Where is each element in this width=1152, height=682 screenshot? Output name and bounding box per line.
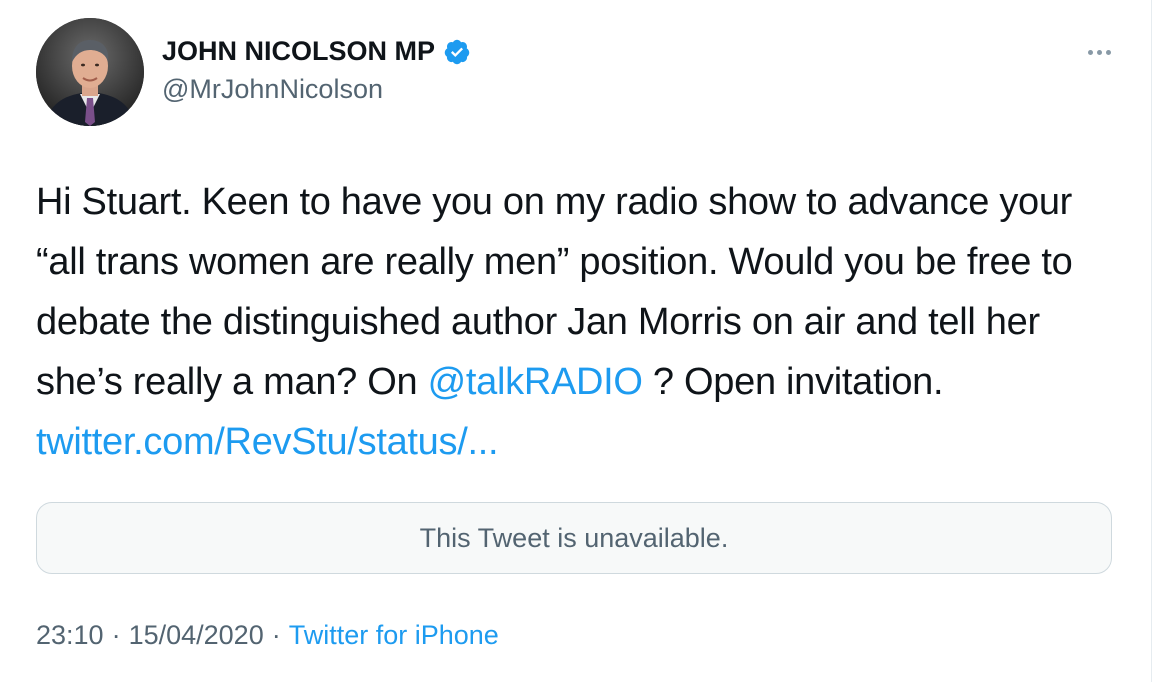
tweet-url-link[interactable]: twitter.com/RevStu/status/... [36,421,499,463]
more-options-icon [1087,49,1093,55]
tweet-mention-link[interactable]: @talkRADIO [428,361,643,403]
tweet-metadata: 23:10 · 15/04/2020 · Twitter for iPhone [36,620,499,651]
author-name-row: JOHN NICOLSON MP [162,36,471,67]
quoted-tweet-message: This Tweet is unavailable. [419,522,729,553]
meta-separator: · [111,620,121,650]
author-handle[interactable]: @MrJohnNicolson [162,74,383,105]
quoted-tweet-unavailable: This Tweet is unavailable. [36,502,1112,574]
tweet-date[interactable]: 15/04/2020 [129,620,264,651]
tweet-time[interactable]: 23:10 [36,620,104,651]
avatar[interactable] [36,18,144,126]
more-options-button[interactable] [1082,40,1116,64]
profile-photo [36,18,144,126]
more-options-icon-dot [1096,49,1102,55]
tweet-source-link[interactable]: Twitter for iPhone [289,620,499,651]
author-display-name[interactable]: JOHN NICOLSON MP [162,36,435,67]
verified-badge-icon [443,38,471,66]
meta-separator: · [271,620,281,650]
more-options-icon-dot [1105,49,1111,55]
tweet-card: JOHN NICOLSON MP @MrJohnNicolson Hi Stua… [0,0,1152,682]
tweet-text: Hi Stuart. Keen to have you on my radio … [36,172,1126,472]
tweet-text-part2: ? Open invitation. [642,361,944,403]
